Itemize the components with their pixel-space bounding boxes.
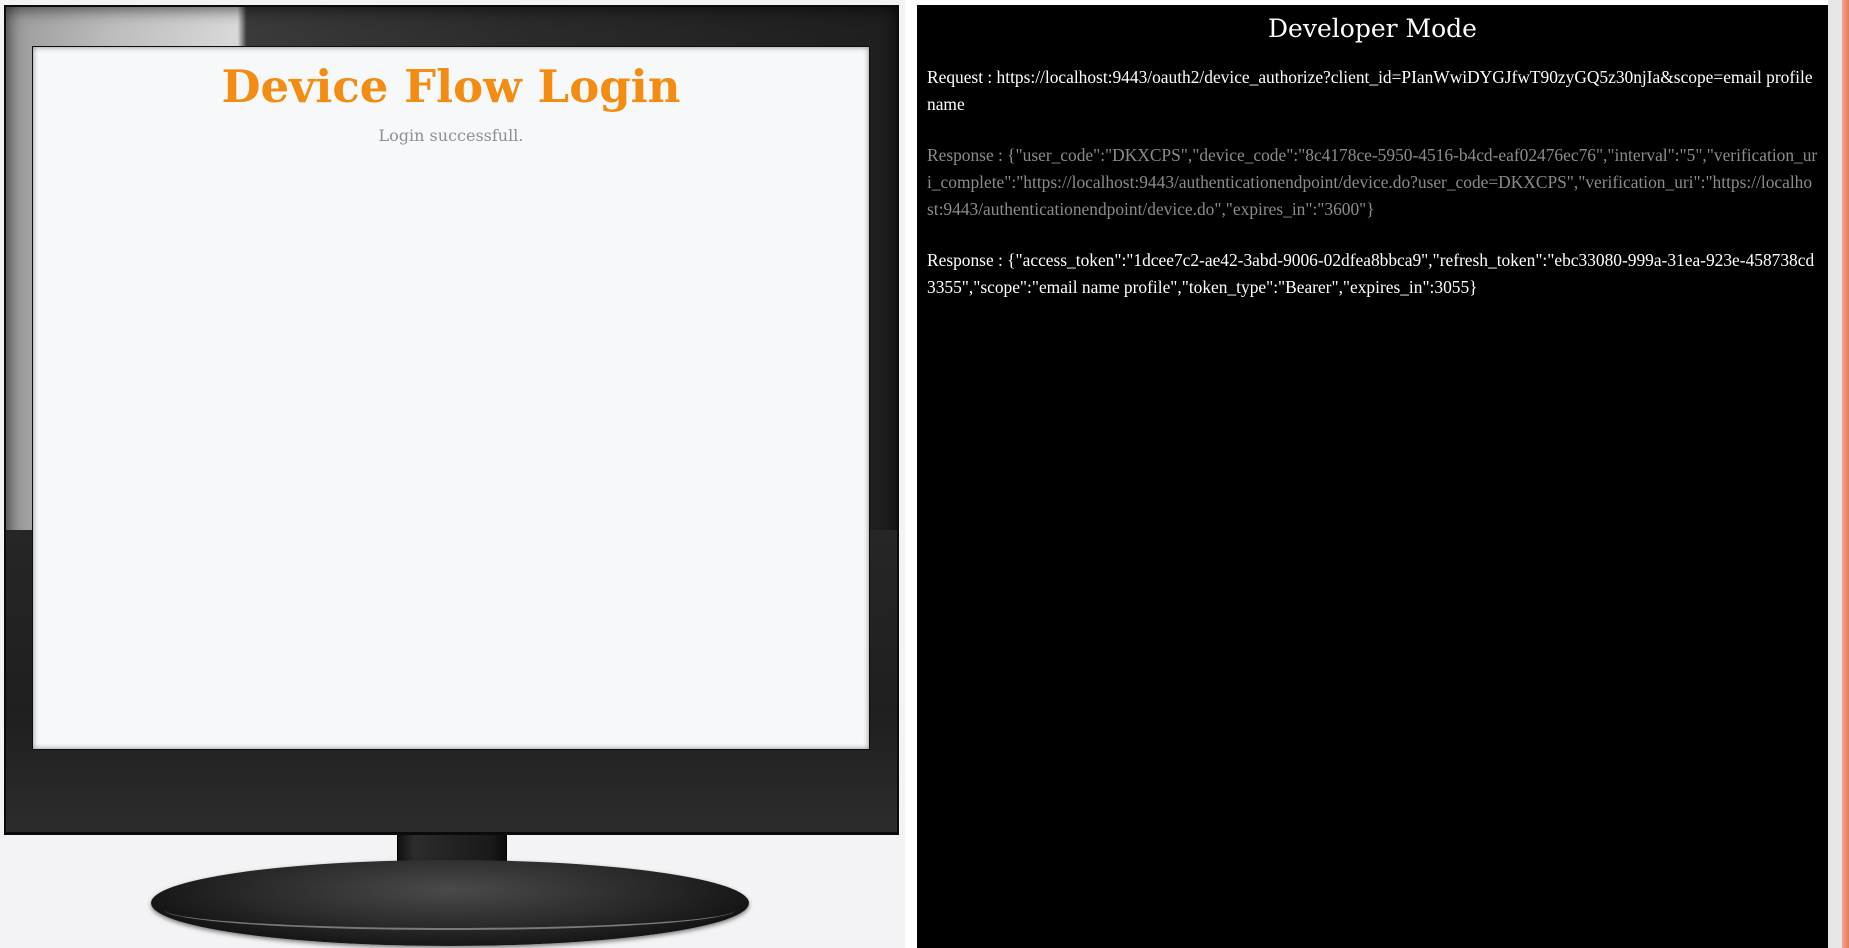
log-entry-request: Request : https://localhost:9443/oauth2/… — [927, 67, 1813, 114]
device-monitor: Device Flow Login Login successfull. — [0, 0, 905, 948]
log-entry-token-response: Response : {"access_token":"1dcee7c2-ae4… — [927, 250, 1815, 297]
monitor-base-highlight — [165, 890, 735, 930]
developer-mode-panel: Developer Mode Request : https://localho… — [917, 5, 1828, 948]
developer-mode-title: Developer Mode — [1268, 14, 1477, 43]
monitor-screen: Device Flow Login Login successfull. — [33, 47, 869, 749]
scrollbar-track[interactable] — [1828, 0, 1842, 948]
page-edge-accent — [1842, 0, 1849, 948]
login-status-message: Login successfull. — [378, 126, 524, 145]
page-title: Device Flow Login — [221, 60, 681, 113]
log-entry-device-code-response: Response : {"user_code":"DKXCPS","device… — [927, 145, 1818, 219]
